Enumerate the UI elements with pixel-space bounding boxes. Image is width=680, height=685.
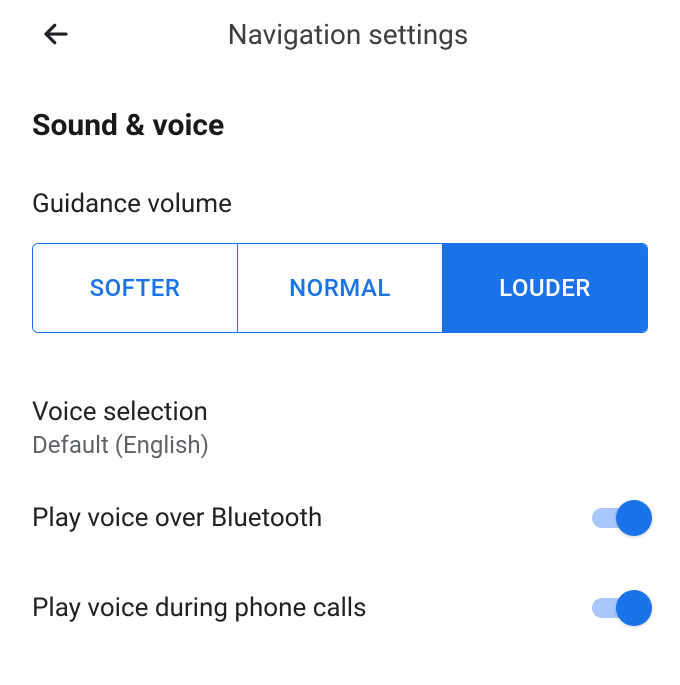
switch-thumb [616,590,652,626]
page-title: Navigation settings [36,18,680,51]
segment-louder[interactable]: LOUDER [442,244,647,332]
phone-calls-text: Play voice during phone calls [32,593,367,623]
bluetooth-label: Play voice over Bluetooth [32,503,322,533]
voice-selection-label: Voice selection [32,397,209,427]
guidance-volume-selector: SOFTER NORMAL LOUDER [32,243,648,333]
switch-thumb [616,500,652,536]
voice-selection-row[interactable]: Voice selection Default (English) [32,383,648,473]
bluetooth-switch[interactable] [592,498,648,538]
content: Sound & voice Guidance volume SOFTER NOR… [0,68,680,653]
phone-calls-row[interactable]: Play voice during phone calls [32,563,648,653]
segment-normal[interactable]: NORMAL [237,244,442,332]
phone-calls-switch[interactable] [592,588,648,628]
phone-calls-label: Play voice during phone calls [32,593,367,623]
bluetooth-row[interactable]: Play voice over Bluetooth [32,473,648,563]
app-bar: Navigation settings [0,0,680,68]
voice-selection-text: Voice selection Default (English) [32,397,209,459]
guidance-volume-label: Guidance volume [32,189,648,219]
section-header-sound-voice: Sound & voice [32,108,648,143]
voice-selection-value: Default (English) [32,431,209,459]
bluetooth-text: Play voice over Bluetooth [32,503,322,533]
segment-softer[interactable]: SOFTER [33,244,237,332]
